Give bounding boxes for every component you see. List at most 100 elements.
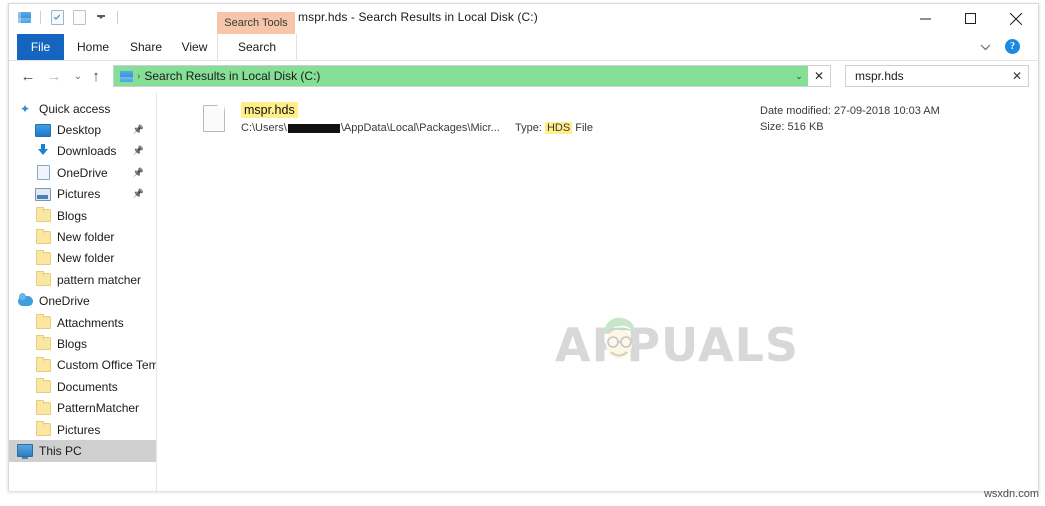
tab-view[interactable]: View bbox=[172, 34, 217, 60]
size-label: Size: bbox=[760, 121, 785, 133]
breadcrumb-separator: › bbox=[137, 70, 141, 82]
watermark-text: APPUALS bbox=[555, 318, 800, 372]
maximize-icon[interactable] bbox=[948, 4, 993, 33]
pin-icon[interactable]: 📌 bbox=[133, 189, 144, 200]
sidebar-item-pattern-matcher[interactable]: pattern matcher bbox=[9, 269, 156, 290]
pin-icon[interactable]: 📌 bbox=[133, 146, 144, 157]
folder-icon bbox=[35, 228, 51, 245]
navigation-pane[interactable]: ✦ Quick access Desktop 📌 Downloads 📌 OneDrive 📌… bbox=[9, 92, 156, 491]
explorer-icon[interactable] bbox=[15, 8, 33, 26]
sidebar-item-label: PatternMatcher bbox=[57, 401, 140, 416]
new-folder-icon[interactable] bbox=[70, 8, 88, 26]
address-bar-row: ← → ⌄ ↑ › Search Results in Local Disk (… bbox=[9, 61, 1038, 92]
sidebar-item-onedrive[interactable]: OneDrive 📌 bbox=[9, 162, 156, 183]
pin-star-icon: ✦ bbox=[19, 101, 31, 116]
results-pane[interactable]: mspr.hds C:\Users\ \AppData\Local\Packag… bbox=[156, 92, 1038, 491]
search-input-value: mspr.hds bbox=[855, 69, 904, 83]
sidebar-item-label: Attachments bbox=[57, 315, 124, 330]
sidebar-item-blogs[interactable]: Blogs bbox=[9, 205, 156, 226]
sidebar-item-desktop[interactable]: Desktop 📌 bbox=[9, 119, 156, 140]
address-bar[interactable]: › Search Results in Local Disk (C:) ⌄ ✕ bbox=[113, 65, 831, 87]
sidebar-item-pictures[interactable]: Pictures 📌 bbox=[9, 184, 156, 205]
sidebar-item-patternmatcher[interactable]: PatternMatcher bbox=[9, 397, 156, 418]
help-icon[interactable]: ? bbox=[1005, 39, 1020, 54]
properties-icon[interactable] bbox=[48, 8, 66, 26]
chevron-down-icon[interactable] bbox=[976, 38, 994, 56]
toolbar-divider bbox=[117, 10, 118, 24]
folder-icon bbox=[35, 314, 51, 331]
tab-share[interactable]: Share bbox=[120, 34, 172, 60]
folder-icon bbox=[35, 335, 51, 352]
folder-icon bbox=[35, 207, 51, 224]
window-title: mspr.hds - Search Results in Local Disk … bbox=[298, 10, 538, 24]
appuals-watermark: APPUALS bbox=[555, 317, 800, 372]
document-icon bbox=[35, 165, 51, 181]
download-icon bbox=[35, 143, 51, 159]
sidebar-item-label: Blogs bbox=[57, 208, 88, 223]
quick-access-toolbar bbox=[15, 8, 121, 26]
search-input[interactable]: mspr.hds ✕ bbox=[845, 65, 1029, 87]
sidebar-item-onedrive[interactable]: OneDrive bbox=[9, 291, 156, 312]
sidebar-item-custom-office-tem[interactable]: Custom Office Tem bbox=[9, 355, 156, 376]
toolbar-divider bbox=[40, 10, 41, 24]
appuals-logo-icon bbox=[604, 317, 635, 359]
sidebar-item-label: Pictures bbox=[57, 422, 101, 437]
chevron-down-icon[interactable]: ⌄ bbox=[790, 66, 808, 86]
close-icon[interactable] bbox=[993, 4, 1038, 33]
sidebar-item-blogs[interactable]: Blogs bbox=[9, 333, 156, 354]
sidebar-item-label: OneDrive bbox=[39, 294, 90, 309]
file-icon bbox=[203, 105, 225, 132]
sidebar-item-label: New folder bbox=[57, 230, 115, 245]
tab-search[interactable]: Search bbox=[217, 34, 297, 60]
sidebar-item-new-folder[interactable]: New folder bbox=[9, 248, 156, 269]
sidebar-item-label: This PC bbox=[39, 443, 82, 458]
screenshot-root: mspr.hds - Search Results in Local Disk … bbox=[0, 0, 1045, 506]
file-path-suffix: \AppData\Local\Packages\Micr... bbox=[340, 122, 500, 134]
sidebar-item-label: Pictures bbox=[57, 187, 101, 202]
file-type-highlight: HDS bbox=[544, 122, 573, 134]
desktop-icon bbox=[35, 122, 51, 138]
file-path-prefix: C:\Users\ bbox=[241, 122, 287, 134]
stop-search-button[interactable]: ✕ bbox=[809, 67, 829, 85]
file-size: Size: 516 KB bbox=[760, 119, 940, 135]
sidebar-item-documents[interactable]: Documents bbox=[9, 376, 156, 397]
sidebar-item-attachments[interactable]: Attachments bbox=[9, 312, 156, 333]
minimize-icon[interactable] bbox=[903, 4, 948, 33]
sidebar-item-label: OneDrive bbox=[57, 165, 108, 180]
folder-icon bbox=[35, 378, 51, 395]
sidebar-item-quick-access[interactable]: ✦ Quick access bbox=[9, 98, 156, 119]
customize-caret-icon[interactable] bbox=[92, 8, 110, 26]
forward-button[interactable]: → bbox=[43, 65, 65, 87]
tab-home[interactable]: Home bbox=[66, 34, 120, 60]
file-explorer-window: mspr.hds - Search Results in Local Disk … bbox=[8, 3, 1039, 491]
window-controls bbox=[903, 4, 1038, 33]
pin-icon[interactable]: 📌 bbox=[133, 167, 144, 178]
file-date-modified: Date modified: 27-09-2018 10:03 AM bbox=[760, 103, 940, 119]
close-icon[interactable]: ✕ bbox=[1006, 69, 1028, 83]
onedrive-icon bbox=[17, 293, 33, 309]
up-button[interactable]: ↑ bbox=[85, 65, 107, 87]
sidebar-item-pictures[interactable]: Pictures bbox=[9, 419, 156, 440]
file-name: mspr.hds bbox=[241, 102, 298, 118]
list-item[interactable]: mspr.hds C:\Users\ \AppData\Local\Packag… bbox=[175, 100, 1030, 142]
pin-icon[interactable]: 📌 bbox=[133, 125, 144, 136]
file-type-rest: File bbox=[575, 122, 593, 134]
drive-icon bbox=[120, 70, 133, 82]
tab-file[interactable]: File bbox=[17, 34, 64, 60]
sidebar-item-label: New folder bbox=[57, 251, 115, 266]
sidebar-item-this-pc[interactable]: This PC bbox=[9, 440, 156, 462]
breadcrumb: › Search Results in Local Disk (C:) bbox=[114, 69, 320, 83]
sidebar-item-label: Downloads bbox=[57, 144, 117, 159]
sidebar-item-downloads[interactable]: Downloads 📌 bbox=[9, 141, 156, 162]
file-type-label: Type: bbox=[515, 122, 542, 134]
redaction-bar bbox=[287, 123, 340, 133]
sidebar-item-label: Blogs bbox=[57, 336, 88, 351]
sidebar-item-label: pattern matcher bbox=[57, 272, 142, 287]
folder-icon bbox=[35, 271, 51, 288]
folder-icon bbox=[35, 399, 51, 416]
pictures-icon bbox=[35, 186, 51, 202]
back-button[interactable]: ← bbox=[17, 65, 39, 87]
sidebar-item-new-folder[interactable]: New folder bbox=[9, 226, 156, 247]
folder-icon bbox=[35, 356, 51, 373]
sidebar-item-label: Quick access bbox=[39, 101, 111, 116]
